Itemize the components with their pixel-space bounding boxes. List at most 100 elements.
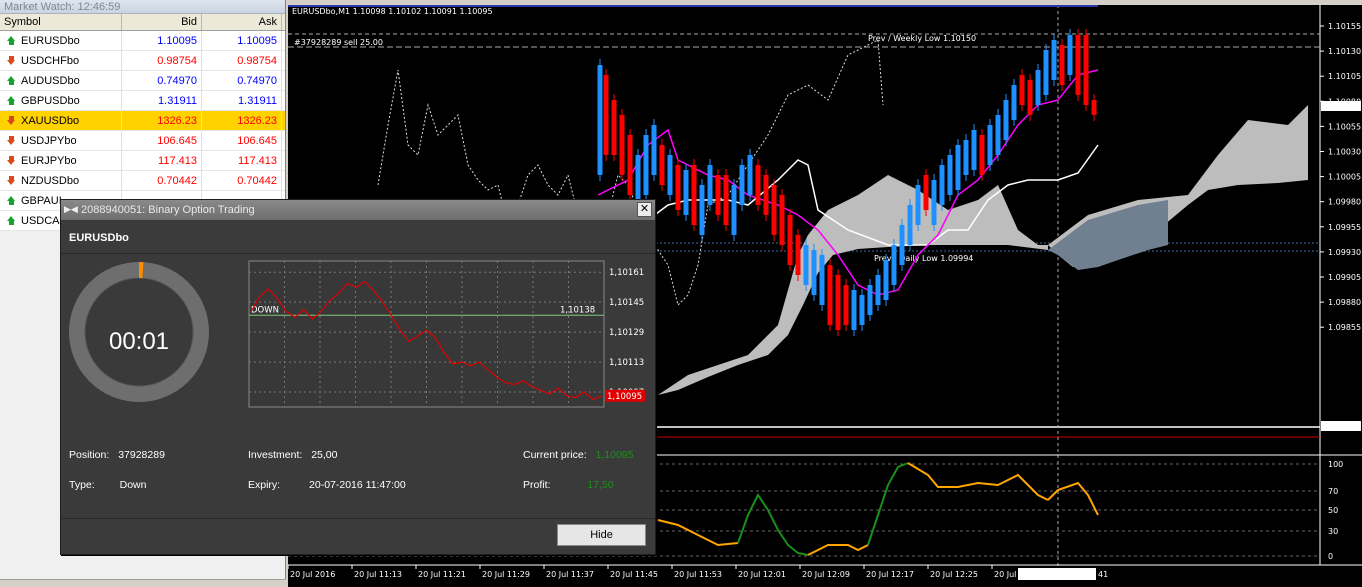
market-watch-row[interactable]: NZDUSDbo 0.70442 0.70442 — [0, 171, 285, 191]
profit-label: Profit: — [523, 479, 551, 491]
bid-cell: 1326.23 — [122, 111, 202, 130]
profit-value: 17,50 — [587, 479, 614, 491]
candle-body — [947, 155, 953, 195]
candle-body — [699, 185, 705, 235]
profit-info: Profit: 17,50 — [523, 479, 614, 491]
column-bid[interactable]: Bid — [122, 14, 202, 30]
price-axis-label: 1.09905 — [1328, 273, 1361, 282]
candle-body — [723, 175, 729, 225]
mini-price-label: 1,10129 — [609, 328, 644, 338]
current-price-info: Current price: 1,10095 — [523, 449, 634, 461]
dialog-title-bar[interactable]: ▶◀ 2088940051: Binary Option Trading ✕ — [61, 200, 655, 220]
symbol-name: AUDUSDbo — [21, 74, 80, 87]
candle-body — [643, 135, 649, 195]
market-watch-row[interactable]: XAUUSDbo 1326.23 1326.23 — [0, 111, 285, 131]
candle-body — [1059, 45, 1065, 85]
column-ask[interactable]: Ask — [202, 14, 282, 30]
arrow-down-icon — [6, 115, 17, 126]
symbol-name: USDJPYbo — [21, 134, 77, 147]
bid-cell: 1.31911 — [122, 91, 202, 110]
oscillator-line-down-3 — [907, 462, 1049, 501]
candle-body — [915, 185, 921, 225]
ask-cell: 0.70442 — [202, 171, 282, 190]
candle-body — [683, 170, 689, 215]
price-axis-label: 1.10130 — [1328, 47, 1361, 56]
timer-value: 00:01 — [108, 328, 170, 355]
cursor-time-label: 2016.07.20 12:41 — [1020, 570, 1091, 579]
symbol-name: GBPAUI — [21, 194, 62, 207]
app-icon: ▶◀ — [64, 204, 78, 214]
candle-body — [691, 165, 697, 225]
osc-axis-label: 0 — [1328, 552, 1333, 561]
time-axis-label: 20 Jul 11:21 — [418, 570, 466, 579]
market-watch-row[interactable]: USDJPYbo 106.645 106.645 — [0, 131, 285, 151]
current-price-label: Current price: — [523, 449, 587, 461]
price-axis-label: 1.09980 — [1328, 198, 1361, 207]
candle-body — [1035, 70, 1041, 105]
price-axis-label: 1.09880 — [1328, 298, 1361, 307]
market-watch-row[interactable]: AUDUSDbo 0.74970 0.74970 — [0, 71, 285, 91]
candle-body — [963, 140, 969, 175]
candle-body — [627, 135, 633, 195]
price-axis-label: 1.09855 — [1328, 323, 1361, 332]
symbol-cell: NZDUSDbo — [0, 171, 122, 190]
candle-body — [851, 290, 857, 330]
market-watch-row[interactable]: GBPUSDbo 1.31911 1.31911 — [0, 91, 285, 111]
time-axis-label: 20 Jul 11:37 — [546, 570, 594, 579]
candle-body — [843, 285, 849, 325]
time-axis-label: 20 Jul 11:53 — [674, 570, 722, 579]
top-accent — [288, 5, 1098, 7]
symbol-cell: XAUUSDbo — [0, 111, 122, 130]
column-symbol[interactable]: Symbol — [0, 14, 122, 30]
market-watch-row[interactable]: USDCHFbo 0.98754 0.98754 — [0, 51, 285, 71]
candle-body — [955, 145, 961, 190]
expiry-value: 20-07-2016 11:47:00 — [309, 479, 406, 491]
candle-body — [987, 125, 993, 165]
candle-body — [875, 275, 881, 305]
terminal-window: Market Watch: 12:46:59 Symbol Bid Ask EU… — [0, 0, 1362, 587]
candle-body — [1075, 35, 1081, 95]
close-icon[interactable]: ✕ — [637, 202, 652, 217]
market-watch-row[interactable]: EURJPYbo 117.413 117.413 — [0, 151, 285, 171]
arrow-up-icon — [6, 95, 17, 106]
hide-button[interactable]: Hide — [557, 524, 646, 546]
bid-cell: 106.645 — [122, 131, 202, 150]
symbol-name: GBPUSDbo — [21, 94, 80, 107]
symbol-name: USDCHFbo — [21, 54, 80, 67]
oscillator-line-down — [657, 519, 739, 547]
order-price-label: 1.09870 — [1324, 422, 1357, 431]
price-axis-label: 1.09930 — [1328, 248, 1361, 257]
arrow-up-icon — [6, 215, 17, 226]
candle-body — [755, 165, 761, 205]
candle-body — [715, 175, 721, 215]
candle-body — [835, 275, 841, 330]
current-price-label: 1.10095 — [1324, 102, 1357, 111]
chart-header: EURUSDbo,M1 1.10098 1.10102 1.10091 1.10… — [292, 7, 493, 16]
market-watch-tabs[interactable] — [0, 579, 286, 587]
candle-body — [707, 165, 713, 205]
expiry-label: Expiry: — [248, 479, 281, 491]
candle-body — [1083, 35, 1089, 105]
candle-body — [819, 255, 825, 305]
bid-cell: 0.74970 — [122, 71, 202, 90]
direction-label: DOWN — [251, 305, 279, 315]
type-label: Type: — [69, 479, 95, 491]
mini-price-label: 1,10145 — [609, 298, 644, 308]
weekly-low-label: Prev / Weekly Low 1.10150 — [868, 34, 976, 43]
candle-body — [803, 245, 809, 285]
arrow-up-icon — [6, 75, 17, 86]
time-axis-label: 20 Jul 12:25 — [930, 570, 978, 579]
symbol-cell: USDJPYbo — [0, 131, 122, 150]
candle-body — [923, 175, 929, 210]
time-axis-label: 20 Jul 12:17 — [866, 570, 914, 579]
daily-low-label: Prev / Daily Low 1.09994 — [874, 254, 973, 263]
time-axis-label: 20 Jul 12:09 — [802, 570, 850, 579]
ask-cell: 117.413 — [202, 151, 282, 170]
ask-cell: 0.74970 — [202, 71, 282, 90]
candle-body — [995, 115, 1001, 155]
market-watch-row[interactable]: EURUSDbo 1.10095 1.10095 — [0, 31, 285, 51]
arrow-down-icon — [6, 55, 17, 66]
symbol-cell: EURJPYbo — [0, 151, 122, 170]
candle-body — [931, 180, 937, 225]
current-price-label: 1,10095 — [607, 392, 642, 402]
